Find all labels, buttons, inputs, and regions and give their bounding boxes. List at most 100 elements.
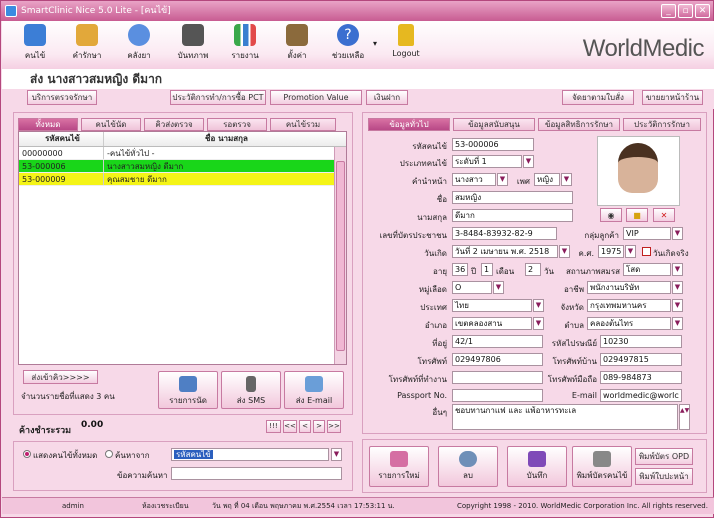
minimize-button[interactable]: _ — [661, 4, 676, 18]
nav-next-button[interactable]: > — [313, 420, 325, 433]
chevron-down-icon[interactable]: ▼ — [561, 173, 572, 186]
surname-field[interactable]: ดีมาก — [452, 209, 573, 222]
toolbar-settings[interactable]: ตั้งค่า — [276, 24, 318, 62]
print-cover-button[interactable]: พิมพ์ใบปะหน้า — [635, 468, 693, 485]
search-field-select[interactable]: รหัสคนไข้ — [171, 448, 329, 461]
nav-first-button[interactable]: !!! — [266, 420, 281, 433]
appointment-list-button[interactable]: รายการนัด — [158, 371, 218, 409]
passport-field[interactable] — [452, 389, 543, 402]
chevron-down-icon[interactable]: ▼ — [672, 227, 683, 240]
scrollbar-thumb[interactable] — [336, 161, 345, 351]
customer-group-select[interactable]: VIP — [623, 227, 671, 240]
patient-code-field[interactable]: 53-000006 — [452, 138, 534, 151]
search-from-radio[interactable] — [105, 450, 113, 458]
homephone-field[interactable]: 029497815 — [600, 353, 682, 366]
chevron-down-icon[interactable]: ▼ — [672, 317, 683, 330]
delete-photo-button[interactable]: ✕ — [653, 208, 675, 222]
send-queue-button[interactable]: ส่งเข้าคิว>>>> — [23, 370, 98, 384]
show-all-radio[interactable] — [23, 450, 31, 458]
table-row[interactable]: 53-000006 นางสาวสมหญิง ดีมาก — [19, 160, 346, 173]
sell-button[interactable]: ขายยาหน้าร้าน — [642, 90, 703, 105]
age-days-field[interactable]: 2 — [525, 263, 541, 276]
chevron-down-icon[interactable]: ▼ — [672, 281, 683, 294]
chevron-down-icon[interactable]: ▼ — [497, 173, 508, 186]
camera-button[interactable]: ◉ — [600, 208, 622, 222]
chevron-down-icon[interactable]: ▼ — [533, 299, 544, 312]
phone-field[interactable]: 029497806 — [452, 353, 543, 366]
table-row[interactable]: 53-000009 คุณสมชาย ดีมาก — [19, 173, 346, 186]
help-dropdown-arrow-icon[interactable]: ▾ — [373, 39, 377, 48]
nav-prev-page-button[interactable]: << — [283, 420, 297, 433]
send-email-button[interactable]: ส่ง E-mail — [284, 371, 344, 409]
tab-all[interactable]: ทั้งหมด — [18, 118, 78, 131]
send-sms-button[interactable]: ส่ง SMS — [221, 371, 281, 409]
tab-queue[interactable]: คิวส่งตรวจ — [144, 118, 204, 131]
restore-button[interactable]: ▫ — [678, 4, 693, 18]
country-select[interactable]: ไทย — [452, 299, 532, 312]
table-row[interactable]: 00000000 -คนไข้ทั่วไป - — [19, 147, 346, 160]
chevron-down-icon[interactable]: ▼ — [672, 263, 683, 276]
toolbar-report[interactable]: รายงาน — [224, 24, 266, 62]
zip-field[interactable]: 10230 — [600, 335, 682, 348]
tab-rights[interactable]: ข้อมูลสิทธิการรักษา — [538, 118, 620, 131]
deposit-button[interactable]: เงินฝาก — [366, 90, 408, 105]
prefix-select[interactable]: นางสาว — [452, 173, 496, 186]
col-patient-name[interactable]: ชื่อ นามสกุล — [104, 132, 346, 146]
ad-year-select[interactable]: 1975 — [598, 245, 624, 258]
toolbar-photo[interactable]: บันทภาพ — [172, 24, 214, 62]
tab-support[interactable]: ข้อมูลสนับสนุน — [453, 118, 535, 131]
delete-record-button[interactable]: ลบ — [438, 446, 498, 487]
age-years-field[interactable]: 36 — [452, 263, 468, 276]
sex-select[interactable]: หญิง — [534, 173, 560, 186]
nav-prev-button[interactable]: < — [299, 420, 311, 433]
chevron-down-icon[interactable]: ▼ — [331, 448, 342, 461]
idcard-field[interactable]: 3-8484-83932-82-9 — [452, 227, 557, 240]
chevron-down-icon[interactable]: ▼ — [523, 155, 534, 168]
col-patient-id[interactable]: รหัสคนไข้ — [19, 132, 104, 146]
search-input[interactable] — [171, 467, 342, 480]
dispense-button[interactable]: จัดยาตามใบสั่ง — [562, 90, 634, 105]
chevron-down-icon[interactable]: ▼ — [533, 317, 544, 330]
nav-last-button[interactable]: >> — [327, 420, 341, 433]
toolbar-help[interactable]: ? ช่วยเหลือ — [327, 24, 369, 62]
tab-appointments[interactable]: คนไข้นัด — [81, 118, 141, 131]
open-folder-button[interactable]: ■ — [626, 208, 648, 222]
print-card-button[interactable]: พิมพ์บัตรคนไข้ — [572, 446, 632, 487]
address-field[interactable]: 42/1 — [452, 335, 543, 348]
tab-general[interactable]: ข้อมูลทั่วไป — [368, 118, 450, 131]
blood-group-select[interactable]: O — [452, 281, 492, 294]
email-field[interactable]: worldmedic@worlc — [600, 389, 682, 402]
patient-type-select[interactable]: ระดับที่ 1 — [452, 155, 522, 168]
province-select[interactable]: กรุงเทพมหานคร — [587, 299, 671, 312]
tab-combined[interactable]: คนไข้รวม — [270, 118, 336, 131]
marital-select[interactable]: โสด — [623, 263, 671, 276]
toolbar-treatment[interactable]: คำรักษา — [66, 24, 108, 62]
tab-history[interactable]: ประวัติการรักษา — [623, 118, 701, 131]
notes-field[interactable]: ชอบทานกาแฟ และ แพ้อาหารทะเล — [452, 404, 678, 430]
tab-waiting[interactable]: รอตรวจ — [207, 118, 267, 131]
age-months-field[interactable]: 1 — [481, 263, 493, 276]
district-select[interactable]: เขตคลองสาน — [452, 317, 532, 330]
service-button[interactable]: บริการตรวจรักษา — [27, 90, 97, 105]
dob-field[interactable]: วันที่ 2 เมษายน พ.ศ. 2518 — [452, 245, 558, 258]
toolbar-pharmacy[interactable]: คลังยา — [118, 24, 160, 62]
new-record-button[interactable]: รายการใหม่ — [369, 446, 429, 487]
save-record-button[interactable]: บันทึก — [507, 446, 567, 487]
chevron-down-icon[interactable]: ▼ — [493, 281, 504, 294]
print-opd-button[interactable]: พิมพ์บัตร OPD — [635, 448, 693, 465]
job-select[interactable]: พนักงานบริษัท — [587, 281, 671, 294]
subdistrict-select[interactable]: คลองต้นไทร — [587, 317, 671, 330]
notes-scroll[interactable]: ▲▼ — [679, 404, 690, 430]
chevron-down-icon[interactable]: ▼ — [625, 245, 636, 258]
chevron-down-icon[interactable]: ▼ — [559, 245, 570, 258]
toolbar-patient[interactable]: คนไข้ — [14, 24, 56, 62]
grid-scrollbar[interactable] — [334, 147, 346, 364]
first-name-field[interactable]: สมหญิง — [452, 191, 573, 204]
toolbar-logout[interactable]: Logout — [385, 24, 427, 58]
promotion-button[interactable]: Promotion Value — [270, 90, 362, 105]
close-button[interactable]: ✕ — [695, 4, 710, 18]
history-button[interactable]: ประวัติการทำ/การซื้อ PCT — [170, 90, 266, 105]
chevron-down-icon[interactable]: ▼ — [672, 299, 683, 312]
mobile-field[interactable]: 089-984873 — [600, 371, 682, 384]
workphone-field[interactable] — [452, 371, 543, 384]
